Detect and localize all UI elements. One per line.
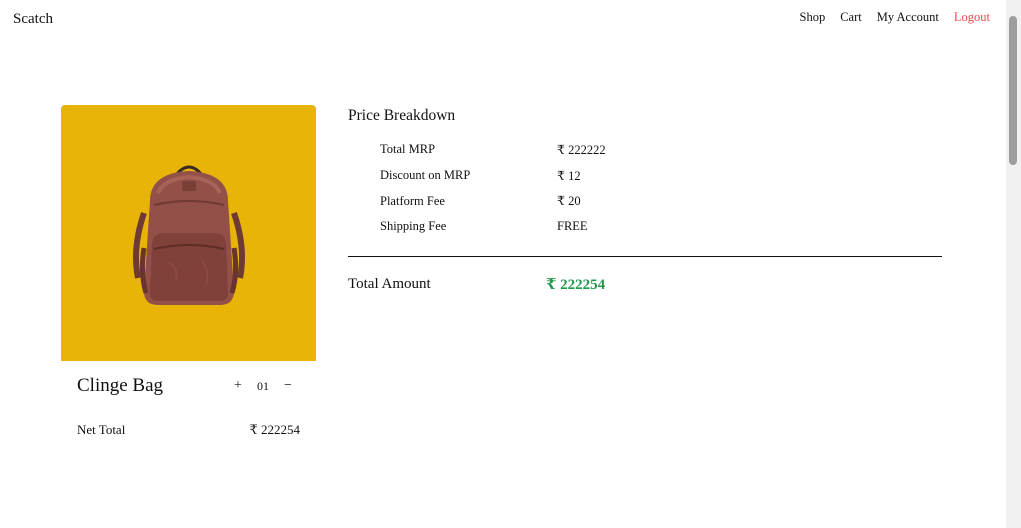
total-amount-row: Total Amount ₹ 222254 bbox=[348, 275, 942, 294]
decrement-button[interactable]: − bbox=[282, 378, 294, 394]
breakdown-value: FREE bbox=[557, 219, 588, 234]
breakdown-label: Total MRP bbox=[380, 142, 436, 157]
breakdown-label: Shipping Fee bbox=[380, 219, 447, 234]
product-info-row: Clinge Bag + 01 − bbox=[61, 375, 316, 397]
nav-cart-link[interactable]: Cart bbox=[840, 10, 862, 25]
nav-shop-link[interactable]: Shop bbox=[800, 10, 826, 25]
net-total-row: Net Total ₹ 222254 bbox=[61, 422, 316, 438]
total-amount-label: Total Amount bbox=[348, 275, 431, 292]
breakdown-row-total-mrp: Total MRP ₹ 222222 bbox=[348, 137, 942, 163]
nav-account-link[interactable]: My Account bbox=[877, 10, 939, 25]
nav-logout-link[interactable]: Logout bbox=[954, 10, 990, 25]
brand-logo[interactable]: Scatch bbox=[13, 11, 53, 28]
scrollbar-thumb[interactable] bbox=[1009, 16, 1017, 165]
page-scrollbar[interactable] bbox=[1006, 0, 1021, 528]
breakdown-value: ₹ 20 bbox=[557, 194, 581, 209]
breakdown-rows: Total MRP ₹ 222222 Discount on MRP ₹ 12 … bbox=[348, 137, 942, 240]
breakdown-row-platform-fee: Platform Fee ₹ 20 bbox=[348, 188, 942, 214]
breakdown-divider bbox=[348, 255, 942, 257]
quantity-stepper: + 01 − bbox=[232, 378, 294, 394]
breakdown-label: Discount on MRP bbox=[380, 168, 471, 183]
breakdown-title: Price Breakdown bbox=[348, 107, 456, 124]
product-name: Clinge Bag bbox=[77, 375, 164, 396]
price-breakdown: Price Breakdown Total MRP ₹ 222222 Disco… bbox=[348, 107, 942, 294]
breakdown-value: ₹ 12 bbox=[557, 168, 581, 183]
cart-item-card: Clinge Bag + 01 − Net Total ₹ 222254 bbox=[61, 105, 316, 438]
breakdown-row-shipping-fee: Shipping Fee FREE bbox=[348, 214, 942, 240]
net-total-label: Net Total bbox=[77, 422, 126, 437]
quantity-value: 01 bbox=[257, 378, 269, 393]
top-nav: Shop Cart My Account Logout bbox=[800, 10, 991, 25]
net-total-value: ₹ 222254 bbox=[249, 422, 300, 437]
total-amount-value: ₹ 222254 bbox=[546, 276, 606, 293]
increment-button[interactable]: + bbox=[232, 378, 244, 394]
backpack-image bbox=[132, 165, 245, 305]
cart-page: Scatch Shop Cart My Account Logout Cling… bbox=[0, 0, 1021, 528]
breakdown-label: Platform Fee bbox=[380, 193, 445, 208]
breakdown-value: ₹ 222222 bbox=[557, 142, 606, 157]
product-image bbox=[61, 105, 316, 361]
breakdown-row-discount: Discount on MRP ₹ 12 bbox=[348, 163, 942, 189]
